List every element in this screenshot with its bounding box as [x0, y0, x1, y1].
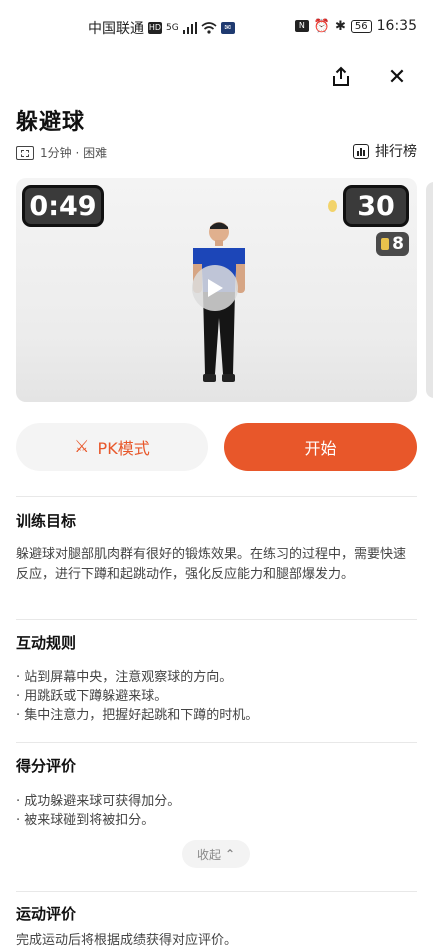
wifi-icon	[201, 22, 217, 34]
pk-mode-label: PK模式	[97, 439, 150, 458]
evaluation-text: 完成运动后将根据成绩获得对应评价。	[16, 933, 238, 948]
scoring-list: · 成功躲避来球可获得加分。 · 被来球碰到将被扣分。	[16, 792, 417, 830]
medal-icon	[381, 238, 390, 250]
list-item: · 被来球碰到将被扣分。	[16, 813, 155, 828]
rules-heading: 互动规则	[16, 634, 77, 652]
nfc-icon: N	[294, 20, 309, 32]
medal-badge: 8	[376, 232, 409, 256]
goal-heading: 训练目标	[16, 512, 77, 530]
divider	[16, 891, 417, 892]
score-display: 30	[343, 185, 409, 227]
hd-icon: HD	[148, 22, 162, 34]
signal-icon	[182, 22, 197, 34]
share-icon	[333, 66, 349, 86]
page-title: 躲避球	[16, 110, 86, 135]
status-bar: 中国联通 HD 5G ✉ N ⏰ ✱ 56 16:35	[0, 0, 433, 52]
play-button[interactable]	[192, 265, 238, 311]
list-item: · 站到屏幕中央，注意观察球的方向。	[16, 670, 233, 685]
list-item: · 用跳跃或下蹲躲避来球。	[16, 689, 168, 704]
divider	[16, 496, 417, 497]
divider	[16, 742, 417, 743]
rules-list: · 站到屏幕中央，注意观察球的方向。 · 用跳跃或下蹲躲避来球。 · 集中注意力…	[16, 668, 417, 725]
scoring-heading: 得分评价	[16, 757, 77, 775]
leaderboard-label: 排行榜	[375, 144, 417, 160]
bar-chart-icon	[353, 143, 369, 159]
collapse-button[interactable]: 收起 ⌃	[182, 840, 250, 868]
status-right: N ⏰ ✱ 56 16:35	[294, 18, 417, 34]
collapse-label: 收起	[196, 847, 221, 862]
swords-icon: ⚔	[74, 437, 90, 457]
status-time: 16:35	[376, 18, 417, 34]
close-icon: ✕	[387, 64, 407, 90]
chevron-up-icon: ⌃	[224, 847, 236, 861]
countdown-timer: 0:49	[22, 185, 104, 227]
alarm-icon: ⏰	[313, 18, 330, 34]
play-icon	[208, 279, 223, 297]
battery-indicator: 56	[350, 19, 372, 33]
list-item: · 集中注意力，把握好起跳和下蹲的时机。	[16, 708, 259, 723]
exercise-meta-text: 1分钟 · 困难	[40, 146, 108, 160]
leaderboard-button[interactable]: 排行榜	[353, 141, 417, 161]
goal-text: 躲避球对腿部肌肉群有很好的锻炼效果。在练习的过程中，需要快速反应，进行下蹲和起跳…	[16, 547, 407, 582]
carrier-label: 中国联通	[88, 21, 144, 37]
fullscreen-frame-icon	[16, 145, 34, 160]
status-left: 中国联通 HD 5G ✉	[88, 18, 235, 38]
close-button[interactable]: ✕	[378, 58, 416, 96]
list-item: · 成功躲避来球可获得加分。	[16, 794, 181, 809]
bluetooth-icon: ✱	[335, 18, 346, 34]
next-card-peek[interactable]	[426, 182, 433, 398]
network-label: 5G	[166, 23, 179, 33]
exercise-meta: 1分钟 · 困难	[16, 144, 107, 161]
start-button[interactable]: 开始	[224, 423, 417, 471]
divider	[16, 619, 417, 620]
coin-icon	[328, 200, 337, 212]
evaluation-heading: 运动评价	[16, 905, 77, 923]
share-button[interactable]	[322, 58, 360, 96]
message-icon: ✉	[220, 22, 235, 34]
medal-count: 8	[392, 234, 404, 254]
pk-mode-button[interactable]: ⚔ PK模式	[16, 423, 208, 471]
video-preview[interactable]: 0:49 30 8	[16, 178, 417, 402]
